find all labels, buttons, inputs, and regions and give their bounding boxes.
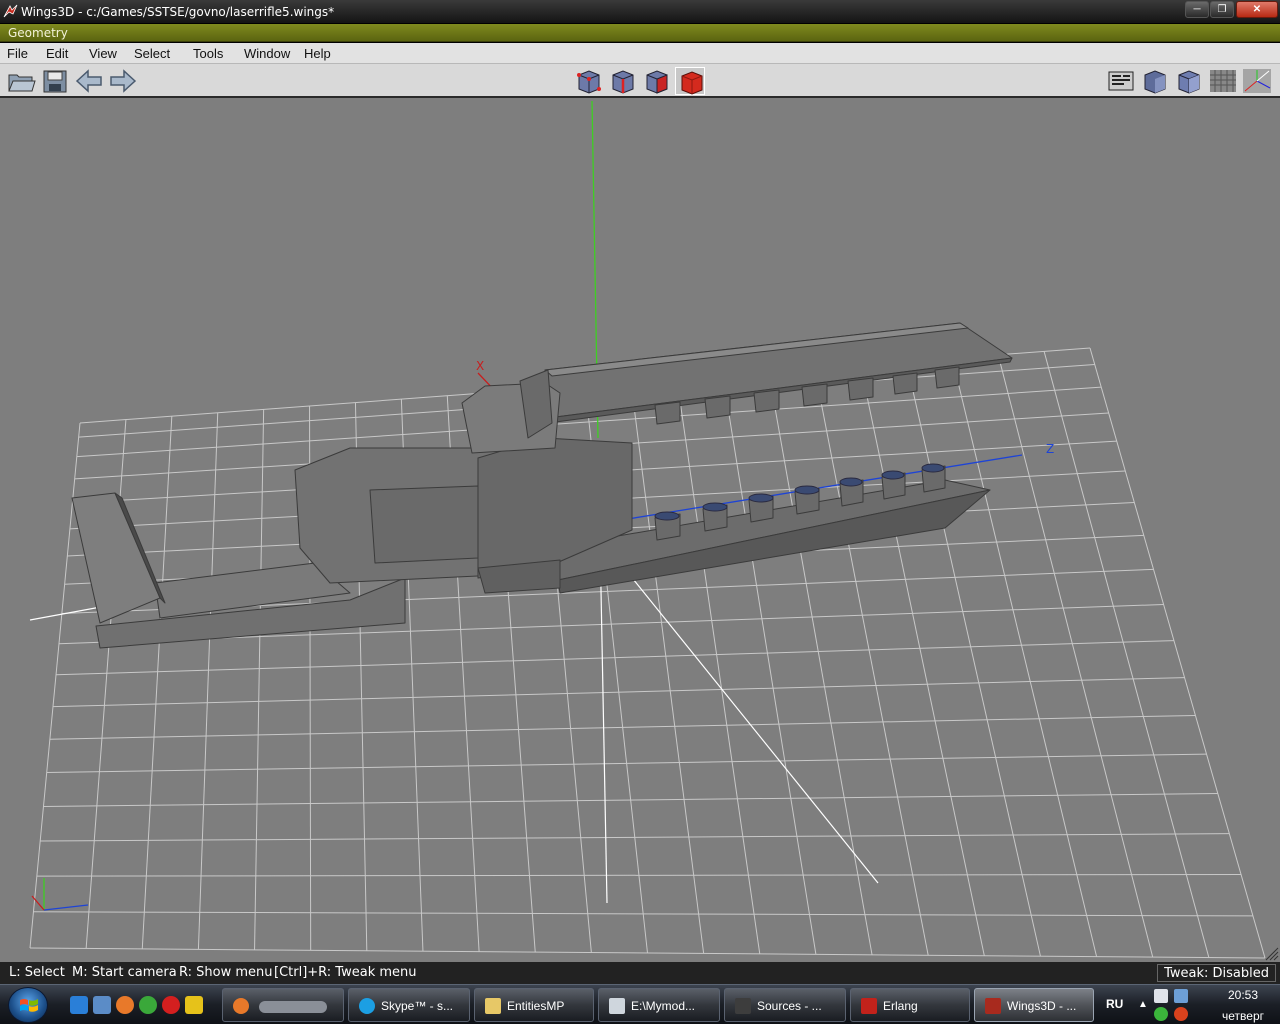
status-bar: L: Select M: Start camera R: Show menu [… [0,962,1280,984]
taskbar-button-entitiesmp[interactable]: EntitiesMP [474,988,594,1022]
axes-icon[interactable] [1242,67,1272,95]
status-hint-tweak: [Ctrl]+R: Tweak menu [274,965,417,980]
system-tray: RU ▲ 20:53 четверг [1098,985,1280,1024]
geometry-header-title: Geometry [8,26,68,40]
redo-icon[interactable] [108,67,138,95]
save-icon[interactable] [40,67,70,95]
ie-quicklaunch-icon[interactable] [70,996,88,1014]
wireframe-icon[interactable] [1106,67,1136,95]
wings3d-icon [985,998,1001,1014]
desktop-quicklaunch-icon[interactable] [93,996,111,1014]
clock-day: четверг [1222,1009,1264,1023]
tweak-status[interactable]: Tweak: Disabled [1157,964,1276,982]
folder-icon [485,998,501,1014]
app-quicklaunch-icon[interactable] [185,996,203,1014]
window-title: Wings3D - c:/Games/SSTSE/govno/laserrifl… [21,5,335,19]
geometry-viewport[interactable]: X Z [0,98,1280,962]
face-mode-icon[interactable] [641,67,671,95]
menu-select[interactable]: Select [134,46,170,61]
window-title-bar[interactable]: Wings3D - c:/Games/SSTSE/govno/laserrifl… [0,0,1280,24]
firefox-quicklaunch-icon[interactable] [116,996,134,1014]
start-button[interactable] [8,987,48,1023]
menu-view[interactable]: View [89,46,117,61]
corner-axis-gizmo [31,878,89,911]
show-hidden-icons-icon[interactable]: ▲ [1138,999,1148,1010]
status-hint-camera: M: Start camera [72,965,177,980]
z-axis-label: Z [1046,442,1055,456]
body-mode-icon[interactable] [675,67,705,95]
erlang-icon [861,998,877,1014]
taskbar-button-wings3d[interactable]: Wings3D - ... [974,988,1094,1022]
firefox-icon [233,998,249,1014]
undo-icon[interactable] [74,67,104,95]
menu-bar: File Edit View Select Tools Window Help [0,43,1280,64]
taskbar-button-skype[interactable]: Skype™ - s... [348,988,470,1022]
menu-window[interactable]: Window [244,46,290,61]
x-axis-label: X [476,359,485,373]
windows-taskbar: Skype™ - s... EntitiesMP E:\Mymod... Sou… [0,984,1280,1024]
wings3d-app-icon [3,4,18,18]
tray-app-icon[interactable] [1154,989,1168,1003]
status-hint-select: L: Select [9,965,65,980]
vertex-mode-icon[interactable] [573,67,603,95]
skype-icon [359,998,375,1014]
smooth-shade-icon[interactable] [1140,67,1170,95]
maximize-button[interactable]: ❐ [1210,1,1234,18]
open-icon[interactable] [6,67,36,95]
toolbar [0,64,1280,98]
menu-tools[interactable]: Tools [193,46,223,61]
status-hint-menu: R: Show menu [179,965,273,980]
redacted-title [259,1001,327,1013]
clock[interactable]: 20:53 четверг [1210,988,1276,1024]
taskbar-button-mymod[interactable]: E:\Mymod... [598,988,720,1022]
utorrent-tray-icon[interactable] [1154,1007,1168,1021]
language-indicator[interactable]: RU [1106,997,1123,1011]
ground-grid [29,347,1266,959]
close-button[interactable]: ✕ [1236,1,1278,18]
minimize-button[interactable]: ─ [1185,1,1209,18]
menu-edit[interactable]: Edit [46,46,68,61]
taskbar-button-sources[interactable]: Sources - ... [724,988,846,1022]
windows-logo-icon [20,999,38,1012]
menu-help[interactable]: Help [304,46,331,61]
geometry-window-header[interactable]: Geometry [0,24,1280,42]
flat-shade-icon[interactable] [1174,67,1204,95]
menu-file[interactable]: File [7,46,28,61]
opera-quicklaunch-icon[interactable] [162,996,180,1014]
ground-plane-icon[interactable] [1208,67,1238,95]
notepad-icon [609,998,625,1014]
clock-time: 20:53 [1227,988,1259,1002]
taskbar-button-firefox[interactable] [222,988,344,1022]
network-icon[interactable] [1174,989,1188,1003]
taskbar-button-erlang[interactable]: Erlang [850,988,970,1022]
sources-icon [735,998,751,1014]
tray-status-icon[interactable] [1174,1007,1188,1021]
resize-grip-icon[interactable] [1265,947,1279,961]
utorrent-quicklaunch-icon[interactable] [139,996,157,1014]
scene-canvas[interactable] [0,98,1280,962]
laser-rifle-model[interactable] [71,322,1013,649]
edge-mode-icon[interactable] [607,67,637,95]
